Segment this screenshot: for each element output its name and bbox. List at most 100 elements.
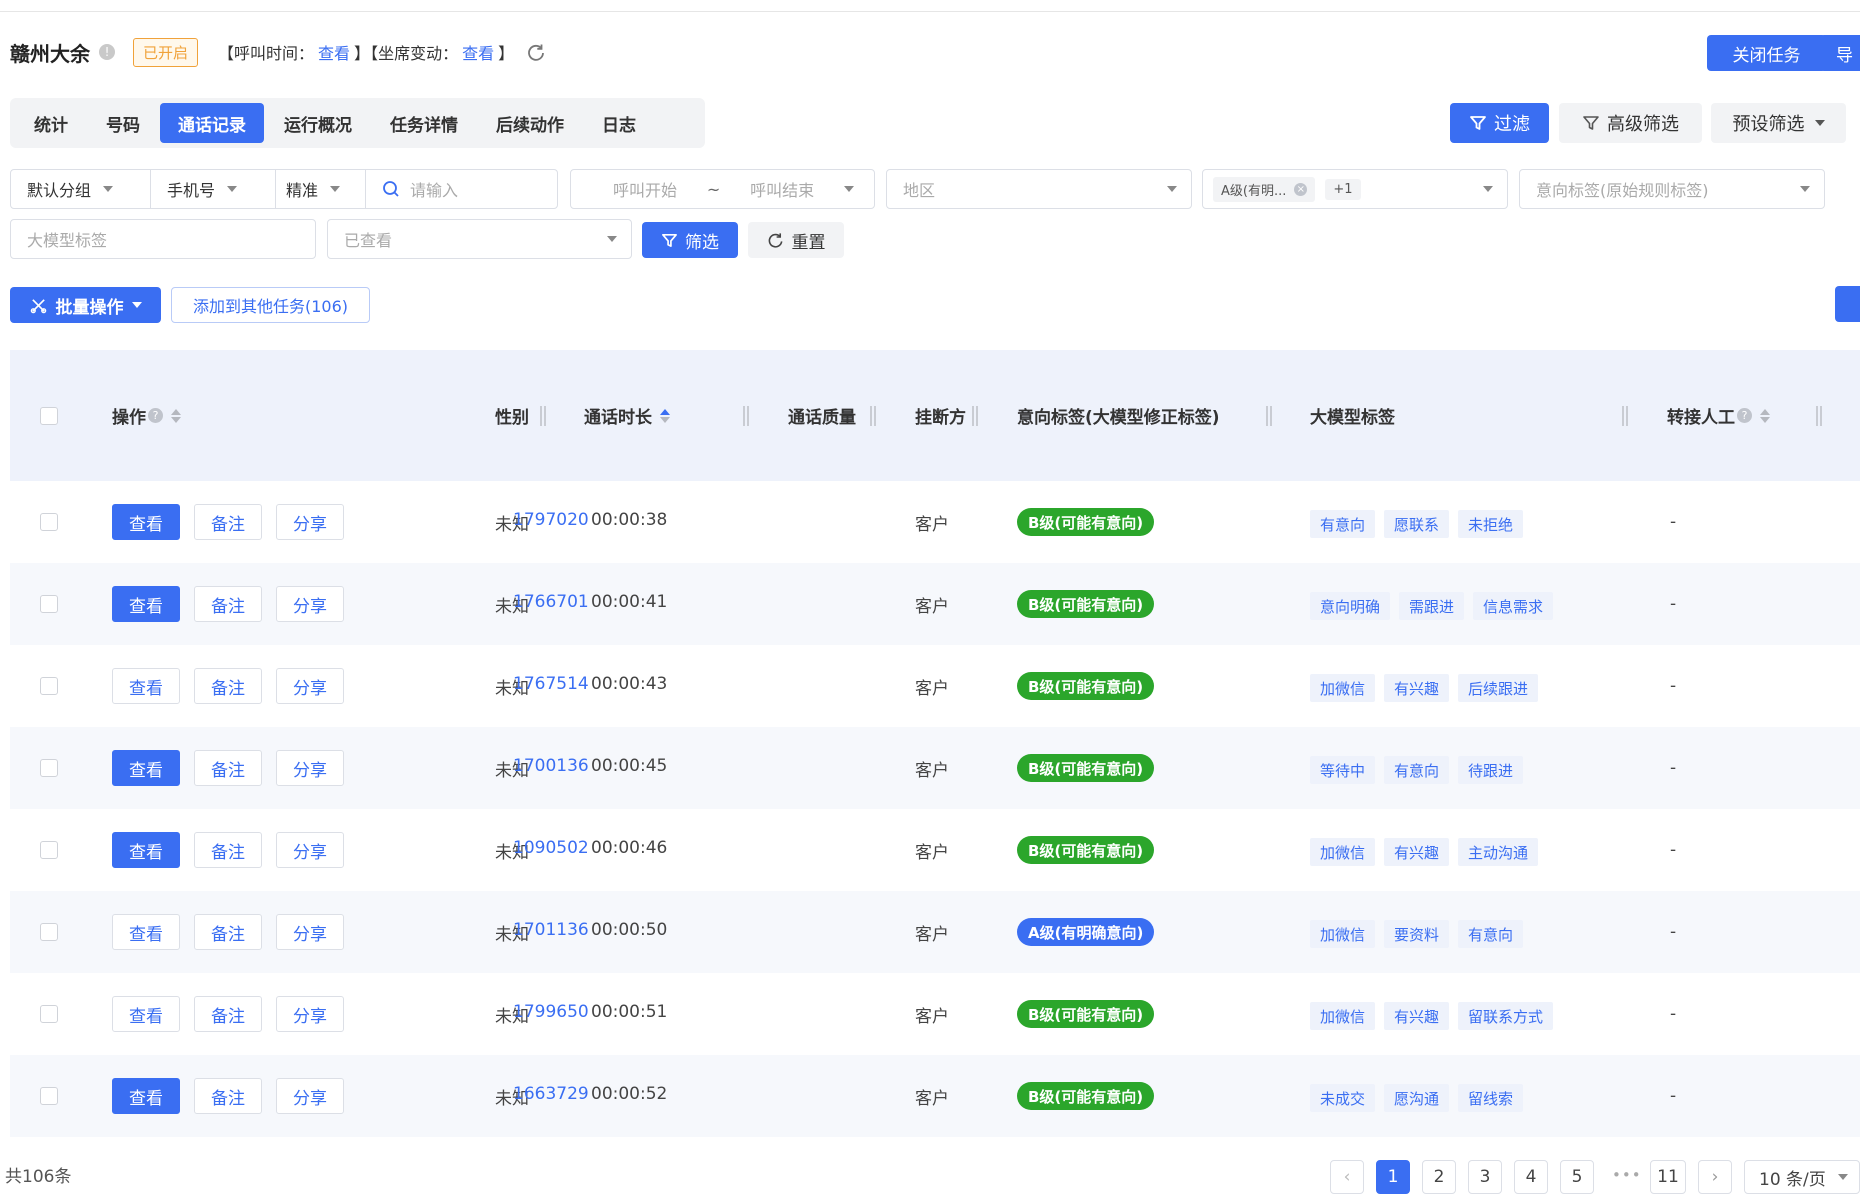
page-button[interactable]: 4 (1514, 1160, 1548, 1194)
view-button[interactable]: 查看 (112, 914, 180, 950)
column-resizer[interactable] (1622, 406, 1628, 426)
view-button[interactable]: 查看 (112, 832, 180, 868)
row-checkbox[interactable] (40, 595, 58, 613)
sort-icon[interactable] (1760, 408, 1770, 423)
col-op[interactable]: 操作 ? (112, 350, 181, 481)
phone-type-select[interactable]: 手机号 (151, 170, 276, 208)
export-icon-button[interactable] (1835, 286, 1860, 322)
col-duration[interactable]: 通话时长 (584, 350, 670, 481)
share-button[interactable]: 分享 (276, 750, 344, 786)
help-icon[interactable]: ? (1737, 408, 1752, 423)
row-checkbox[interactable] (40, 759, 58, 777)
note-button[interactable]: 备注 (194, 996, 262, 1032)
share-button[interactable]: 分享 (276, 668, 344, 704)
page-size-select[interactable]: 10 条/页 (1744, 1160, 1860, 1194)
prev-page-button[interactable]: ‹ (1330, 1160, 1364, 1194)
phone-number-link[interactable]: 1766701 (513, 592, 589, 612)
next-page-button[interactable]: › (1698, 1160, 1732, 1194)
view-button[interactable]: 查看 (112, 586, 180, 622)
hangup-value: 客户 (915, 678, 949, 699)
group-select[interactable]: 默认分组 (11, 170, 151, 208)
col-transfer[interactable]: 转接人工 ? (1667, 350, 1770, 481)
page-ellipsis[interactable]: ••• (1612, 1166, 1642, 1184)
close-icon[interactable]: × (1294, 182, 1308, 196)
share-button[interactable]: 分享 (276, 504, 344, 540)
llm-tag-input[interactable]: 大模型标签 (10, 219, 316, 259)
sort-icon[interactable] (660, 408, 670, 423)
tab-item[interactable]: 号码 (88, 103, 158, 143)
filter-button[interactable]: 过滤 (1450, 103, 1549, 143)
match-select[interactable]: 精准 (276, 170, 366, 208)
note-button[interactable]: 备注 (194, 586, 262, 622)
advanced-filter-button[interactable]: 高级筛选 (1559, 103, 1702, 143)
row-checkbox[interactable] (40, 841, 58, 859)
phone-number-link[interactable]: 1700136 (513, 756, 589, 776)
phone-number-link[interactable]: 1701136 (513, 920, 589, 940)
page-button-last[interactable]: 11 (1650, 1160, 1686, 1194)
page-button[interactable]: 3 (1468, 1160, 1502, 1194)
refresh-icon[interactable] (526, 42, 546, 62)
share-button[interactable]: 分享 (276, 586, 344, 622)
intent-level-select[interactable]: A级(有明... × +1 (1202, 169, 1508, 209)
view-button[interactable]: 查看 (112, 996, 180, 1032)
viewed-select[interactable]: 已查看 (327, 219, 632, 259)
view-button[interactable]: 查看 (112, 668, 180, 704)
tab-item[interactable]: 日志 (584, 103, 654, 143)
sift-button[interactable]: 筛选 (642, 222, 738, 258)
preset-filter-dropdown[interactable]: 预设筛选 (1711, 103, 1846, 143)
region-select[interactable]: 地区 (886, 169, 1192, 209)
row-checkbox[interactable] (40, 1005, 58, 1023)
row-checkbox[interactable] (40, 1087, 58, 1105)
row-checkbox[interactable] (40, 923, 58, 941)
batch-operation-dropdown[interactable]: 批量操作 (10, 287, 161, 323)
share-button[interactable]: 分享 (276, 832, 344, 868)
note-button[interactable]: 备注 (194, 668, 262, 704)
view-button[interactable]: 查看 (112, 1078, 180, 1114)
phone-number-link[interactable]: 1767514 (513, 674, 589, 694)
column-resizer[interactable] (972, 406, 978, 426)
column-resizer[interactable] (1266, 406, 1272, 426)
share-button[interactable]: 分享 (276, 1078, 344, 1114)
tab-item[interactable]: 任务详情 (372, 103, 476, 143)
row-checkbox[interactable] (40, 513, 58, 531)
call-time-view-link[interactable]: 查看 (318, 44, 350, 63)
export-button[interactable]: 导 (1820, 35, 1860, 71)
page-button[interactable]: 5 (1560, 1160, 1594, 1194)
tab-item[interactable]: 通话记录 (160, 103, 264, 143)
intent-tag-select[interactable]: 意向标签(原始规则标签) (1519, 169, 1825, 209)
share-button[interactable]: 分享 (276, 914, 344, 950)
phone-number-link[interactable]: 1090502 (513, 838, 589, 858)
column-resizer[interactable] (540, 406, 546, 426)
reset-button[interactable]: 重置 (748, 222, 844, 258)
note-button[interactable]: 备注 (194, 914, 262, 950)
column-resizer[interactable] (743, 406, 749, 426)
search-input[interactable]: 请输入 (366, 170, 557, 208)
column-resizer[interactable] (1816, 406, 1822, 426)
close-task-button[interactable]: 关闭任务 (1707, 35, 1826, 71)
view-button[interactable]: 查看 (112, 750, 180, 786)
llm-tag: 有意向 (1384, 756, 1450, 784)
call-time-range[interactable]: 呼叫开始 ~ 呼叫结束 (570, 169, 875, 209)
info-icon[interactable]: ! (99, 44, 115, 60)
page-button[interactable]: 1 (1376, 1160, 1410, 1194)
tab-item[interactable]: 统计 (16, 103, 86, 143)
note-button[interactable]: 备注 (194, 1078, 262, 1114)
phone-number-link[interactable]: 1663729 (513, 1084, 589, 1104)
select-all-checkbox[interactable] (40, 406, 58, 425)
tab-item[interactable]: 运行概况 (266, 103, 370, 143)
column-resizer[interactable] (870, 406, 876, 426)
phone-number-link[interactable]: 1797020 (513, 510, 589, 530)
note-button[interactable]: 备注 (194, 750, 262, 786)
note-button[interactable]: 备注 (194, 504, 262, 540)
phone-number-link[interactable]: 1799650 (513, 1002, 589, 1022)
seat-change-view-link[interactable]: 查看 (462, 44, 494, 63)
tab-item[interactable]: 后续动作 (478, 103, 582, 143)
help-icon[interactable]: ? (148, 408, 163, 423)
add-to-other-task-button[interactable]: 添加到其他任务(106) (171, 287, 370, 323)
row-checkbox[interactable] (40, 677, 58, 695)
page-button[interactable]: 2 (1422, 1160, 1456, 1194)
share-button[interactable]: 分享 (276, 996, 344, 1032)
sort-icon[interactable] (171, 408, 181, 423)
view-button[interactable]: 查看 (112, 504, 180, 540)
note-button[interactable]: 备注 (194, 832, 262, 868)
